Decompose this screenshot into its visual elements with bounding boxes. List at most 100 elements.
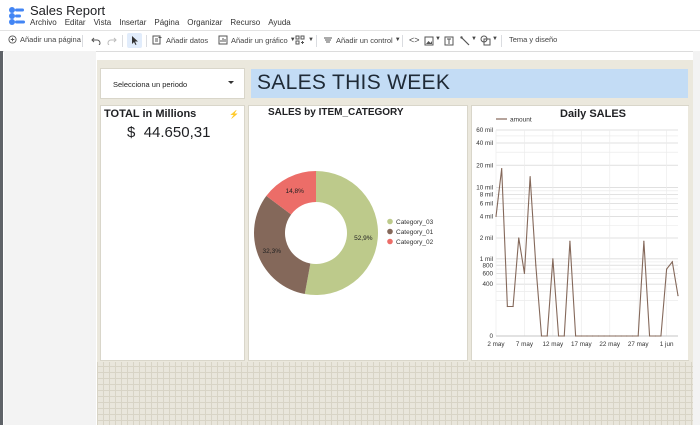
y-tick-label: 1 mil — [480, 256, 493, 263]
looker-studio-logo-icon[interactable] — [8, 6, 26, 26]
y-tick-label: 4 mil — [480, 213, 493, 220]
data-point — [523, 272, 526, 274]
donut-slice-label: 32,3% — [263, 248, 282, 255]
banner-title: SALES THIS WEEK — [257, 71, 451, 94]
community-viz-button[interactable]: ▼ — [295, 35, 314, 45]
x-tick-label: 7 may — [516, 341, 534, 348]
x-tick-label: 12 may — [543, 341, 565, 348]
pointer-icon — [132, 36, 138, 45]
y-tick-label: 800 — [482, 262, 493, 269]
y-tick-label: 2 mil — [480, 235, 493, 242]
scorecard-title: TOTAL in Millions — [104, 108, 197, 120]
legend-label: amount — [510, 117, 532, 124]
donut-slice-label: 14,8% — [285, 188, 304, 195]
add-control-button[interactable]: Añadir un control ▼ — [323, 35, 401, 45]
legend-label: Category_01 — [396, 229, 434, 236]
undo-icon[interactable] — [91, 37, 101, 45]
menu-pagina[interactable]: Página — [154, 18, 179, 27]
add-page-label: Añadir una página — [20, 35, 81, 44]
data-point — [563, 335, 565, 337]
chevron-down-icon: ▼ — [394, 37, 401, 43]
add-circle-icon — [8, 35, 17, 44]
add-chart-label: Añadir un gráfico — [231, 35, 288, 45]
redo-icon[interactable] — [107, 37, 117, 45]
data-point — [535, 264, 537, 266]
add-chart-icon — [218, 35, 228, 45]
legend-swatch — [387, 228, 393, 235]
chevron-down-icon[interactable]: ▼ — [435, 36, 441, 42]
data-point — [614, 335, 617, 337]
menu-archivo[interactable]: Archivo — [30, 18, 57, 27]
data-point — [501, 168, 503, 170]
image-icon[interactable] — [424, 36, 434, 46]
menu-recurso[interactable]: Recurso — [230, 18, 260, 27]
y-tick-label: 60 mil — [476, 127, 493, 134]
legend-label: Category_03 — [396, 219, 434, 226]
x-tick-label: 2 may — [487, 341, 505, 348]
data-point — [546, 335, 548, 337]
x-tick-label: 22 may — [599, 341, 621, 348]
y-tick-label: 40 mil — [476, 140, 493, 147]
canvas-gutter — [4, 51, 96, 425]
data-point — [631, 335, 634, 337]
total-amount: 44.650,31 — [143, 124, 211, 141]
data-point — [654, 335, 656, 337]
report-title[interactable]: Sales Report — [30, 3, 105, 18]
text-box-icon[interactable] — [444, 36, 454, 46]
menu-organizar[interactable]: Organizar — [187, 18, 222, 27]
donut-chart: 52,9% Category_03 32,3% Category_01 14,8% Cat… — [254, 171, 434, 295]
add-page-button[interactable]: Añadir una página — [8, 35, 81, 44]
theme-layout-button[interactable]: Tema y diseño — [509, 35, 557, 44]
y-tick-label: 8 mil — [480, 192, 493, 199]
x-tick-label: 1 jun — [660, 341, 674, 348]
data-point — [643, 240, 645, 242]
data-point — [597, 335, 599, 337]
data-point — [506, 305, 508, 308]
legend-swatch — [387, 218, 393, 225]
chevron-down-icon[interactable]: ▼ — [471, 36, 477, 42]
menu-insertar[interactable]: Insertar — [119, 18, 146, 27]
legend-swatch — [387, 238, 393, 245]
theme-layout-label: Tema y diseño — [509, 35, 558, 44]
chevron-down-icon[interactable] — [228, 81, 234, 84]
data-point — [592, 335, 594, 337]
data-point — [586, 335, 588, 337]
add-data-button[interactable]: Añadir datos — [152, 35, 208, 45]
data-point — [609, 335, 611, 337]
data-point — [671, 261, 673, 263]
data-point — [552, 258, 554, 260]
x-tick-label: 17 may — [571, 341, 593, 348]
data-point — [620, 335, 622, 337]
menu-vista[interactable]: Vista — [94, 18, 112, 27]
y-tick-label: 400 — [482, 281, 493, 288]
menu-ayuda[interactable]: Ayuda — [268, 18, 291, 27]
data-point — [677, 295, 679, 297]
data-point — [603, 335, 605, 337]
add-data-icon — [152, 35, 162, 45]
line-tool-icon[interactable] — [460, 36, 470, 46]
menu-bar: Archivo Editar Vista Insertar Página Org… — [30, 18, 299, 27]
data-point — [569, 240, 571, 242]
canvas-edge — [688, 106, 693, 360]
data-point — [660, 335, 662, 337]
add-control-icon — [324, 37, 332, 43]
scorecard-total[interactable] — [101, 106, 244, 360]
data-point — [557, 335, 560, 337]
data-point — [512, 305, 514, 308]
donut-slice — [254, 195, 311, 294]
legend-label: Category_02 — [396, 239, 434, 246]
add-chart-button[interactable]: Añadir un gráfico ▼ — [218, 35, 296, 45]
donut-slice-label: 52,9% — [354, 235, 373, 242]
data-point — [626, 335, 628, 337]
y-tick-label: 20 mil — [476, 162, 493, 169]
data-point — [575, 335, 577, 337]
x-tick-label: 27 may — [628, 341, 650, 348]
left-edge — [0, 51, 3, 425]
y-tick-label: 6 mil — [480, 201, 493, 208]
shape-icon[interactable] — [480, 35, 491, 46]
code-embed-icon[interactable]: <> — [409, 35, 420, 45]
menu-editar[interactable]: Editar — [65, 18, 86, 27]
chevron-down-icon[interactable]: ▼ — [492, 36, 498, 42]
toolbar: Añadir una página Añadir datos Añadir un… — [0, 30, 700, 52]
lightning-icon[interactable]: ⚡ — [229, 110, 239, 119]
